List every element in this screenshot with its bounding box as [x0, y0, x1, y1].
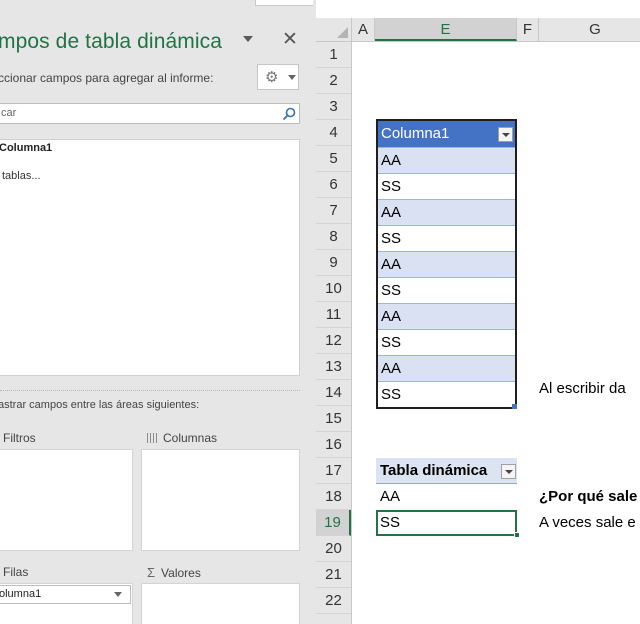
table-row[interactable]: AA: [378, 147, 515, 173]
values-label: Valores: [161, 566, 201, 580]
rows-field-chip[interactable]: olumna1: [0, 585, 131, 604]
row-header[interactable]: 3: [316, 94, 351, 120]
table-row[interactable]: SS: [378, 173, 515, 199]
row-header[interactable]: 17: [316, 458, 351, 484]
row-header[interactable]: 16: [316, 432, 351, 458]
row-header[interactable]: 4: [316, 120, 351, 146]
table-resize-handle[interactable]: [512, 404, 517, 409]
row-header[interactable]: 12: [316, 328, 351, 354]
ribbon-edge: [255, 0, 313, 6]
row-header[interactable]: 14: [316, 380, 351, 406]
note-cell-row19[interactable]: A veces sale e: [539, 510, 636, 536]
note-cell-row18[interactable]: ¿Por qué sale: [539, 484, 637, 510]
select-all-button[interactable]: [316, 18, 352, 42]
row-header[interactable]: 22: [316, 588, 351, 614]
spreadsheet: A E F G 1 2 3 4 5 6 7 8 9 10 11 12 13 14…: [313, 0, 640, 624]
pivot-row[interactable]: AA: [376, 484, 517, 510]
row-header[interactable]: 10: [316, 276, 351, 302]
drag-fields-label: astrar campos entre las áreas siguientes…: [0, 399, 200, 411]
fill-handle[interactable]: [514, 532, 520, 538]
row-header[interactable]: 9: [316, 250, 351, 276]
choose-fields-label: ccionar campos para agregar al informe:: [0, 71, 214, 85]
row-header[interactable]: 15: [316, 406, 351, 432]
chevron-down-icon: [288, 75, 296, 80]
pivot-header-label: Tabla dinámica: [380, 462, 488, 479]
row-header[interactable]: 8: [316, 224, 351, 250]
row-header[interactable]: 21: [316, 562, 351, 588]
filters-label: Filtros: [3, 431, 36, 445]
table-row[interactable]: AA: [378, 251, 515, 277]
pivot-fields-pane: mpos de tabla dinámica ✕ ccionar campos …: [0, 0, 313, 624]
close-icon[interactable]: ✕: [282, 29, 298, 51]
table-row[interactable]: AA: [378, 199, 515, 225]
search-icon[interactable]: [281, 106, 297, 122]
pane-title: mpos de tabla dinámica: [0, 30, 222, 53]
column-header-a[interactable]: A: [352, 18, 375, 41]
values-area-label: Σ Valores: [147, 565, 201, 580]
rows-area-label: Filas: [3, 565, 28, 579]
table-row[interactable]: SS: [378, 329, 515, 355]
column-header-g[interactable]: G: [539, 18, 640, 41]
selected-cell[interactable]: SS: [376, 510, 517, 536]
search-input[interactable]: car: [0, 103, 300, 124]
filters-drop-area[interactable]: [0, 449, 133, 551]
pane-divider[interactable]: [0, 390, 300, 391]
rows-label: Filas: [3, 565, 29, 579]
columns-label: Columnas: [163, 431, 218, 445]
row-header[interactable]: 18: [316, 484, 351, 510]
row-header[interactable]: 1: [316, 42, 351, 68]
rows-field-label: olumna1: [0, 588, 42, 600]
table-row[interactable]: AA: [378, 303, 515, 329]
sigma-icon: Σ: [147, 565, 156, 580]
tools-button[interactable]: ⚙: [257, 64, 299, 90]
values-drop-area[interactable]: [141, 583, 300, 624]
note-cell-row14[interactable]: Al escribir da: [539, 380, 626, 397]
data-table: Columna1 AA SS AA SS AA SS AA SS AA SS: [376, 119, 517, 409]
filter-dropdown-icon[interactable]: [501, 464, 516, 479]
table-row[interactable]: AA: [378, 355, 515, 381]
columns-area-label: Columnas: [147, 431, 217, 445]
table-row[interactable]: SS: [378, 277, 515, 303]
columns-drop-area[interactable]: [141, 449, 300, 551]
filters-area-label: Filtros: [3, 431, 36, 445]
row-headers: 1 2 3 4 5 6 7 8 9 10 11 12 13 14 15 16 1…: [316, 42, 352, 624]
row-header[interactable]: 11: [316, 302, 351, 328]
table-row[interactable]: SS: [378, 381, 515, 407]
column-header-e[interactable]: E: [375, 18, 517, 41]
gear-icon: ⚙: [265, 69, 279, 86]
column-headers: A E F G: [352, 18, 640, 42]
row-header[interactable]: 6: [316, 172, 351, 198]
chevron-down-icon[interactable]: [114, 592, 122, 597]
columns-icon: [147, 433, 157, 443]
row-header[interactable]: 13: [316, 354, 351, 380]
row-header-selected[interactable]: 19: [316, 510, 351, 536]
search-placeholder: car: [1, 107, 17, 119]
field-item-columna1[interactable]: Columna1: [0, 142, 52, 154]
more-tables-link[interactable]: tablas...: [2, 170, 41, 182]
table-header-cell[interactable]: Columna1: [378, 121, 515, 147]
field-list: Columna1 tablas...: [0, 139, 300, 376]
select-all-triangle-icon: [337, 27, 348, 38]
sheet-top-blank: [316, 0, 640, 18]
row-header[interactable]: 7: [316, 198, 351, 224]
row-header[interactable]: 20: [316, 536, 351, 562]
table-header-label: Columna1: [381, 125, 450, 142]
row-header[interactable]: 2: [316, 68, 351, 94]
filter-dropdown-icon[interactable]: [498, 127, 513, 142]
column-header-f[interactable]: F: [517, 18, 539, 41]
table-row[interactable]: SS: [378, 225, 515, 251]
pane-options-chevron-icon[interactable]: [243, 36, 253, 42]
row-header[interactable]: 5: [316, 146, 351, 172]
pivot-header-cell[interactable]: Tabla dinámica: [376, 458, 517, 484]
